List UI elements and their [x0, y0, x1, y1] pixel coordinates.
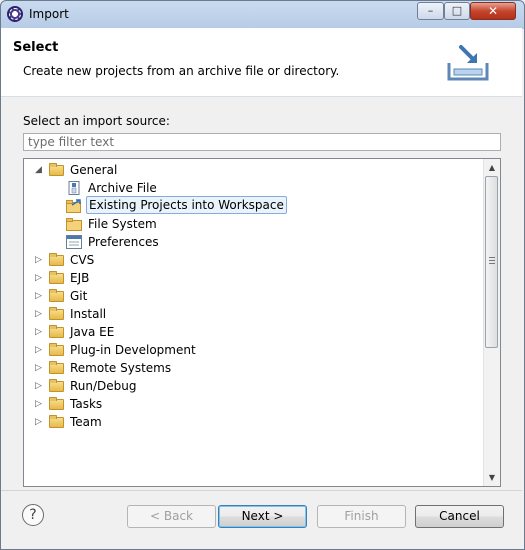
tree-wizard-item[interactable]: Archive File: [24, 179, 484, 197]
expand-arrow-icon[interactable]: ▷: [34, 418, 43, 427]
tree-item-label: Install: [70, 307, 107, 321]
tree-category-item[interactable]: ▷ CVS: [24, 251, 484, 269]
folder-icon: [49, 415, 64, 428]
footer-divider: [1, 490, 522, 491]
tree-item-label: Existing Projects into Workspace: [86, 196, 287, 214]
grip-icon: [489, 257, 495, 264]
scroll-up-icon[interactable]: ▲: [484, 159, 500, 176]
tree-item-label: EJB: [70, 271, 90, 285]
window-title: Import: [29, 7, 69, 21]
maximize-button[interactable]: □: [444, 2, 470, 20]
existing-projects-icon: [66, 199, 82, 213]
tree-item-label: Git: [70, 289, 88, 303]
folder-icon: [49, 289, 64, 302]
folder-icon: [49, 325, 64, 338]
tree-item-label: Preferences: [88, 235, 159, 249]
back-button[interactable]: < Back: [127, 505, 216, 528]
help-icon[interactable]: ?: [22, 504, 44, 526]
folder-icon: [49, 379, 64, 392]
expand-arrow-icon[interactable]: ▷: [34, 400, 43, 409]
tree-item-label: File System: [88, 217, 157, 231]
tree-category-item[interactable]: ▷ Tasks: [24, 395, 484, 413]
folder-icon: [49, 253, 64, 266]
tree-viewport: ◢ General Archive File Existing Projects in…: [24, 159, 484, 486]
tree-category-item[interactable]: ▷ Team: [24, 413, 484, 431]
expand-arrow-icon[interactable]: ▷: [34, 382, 43, 391]
eclipse-app-icon: [7, 6, 23, 22]
tree-category-item[interactable]: ▷ Run/Debug: [24, 377, 484, 395]
folder-icon: [49, 271, 64, 284]
title-bar[interactable]: Import – □ ✕: [1, 1, 524, 29]
tree-item-label: General: [70, 163, 118, 177]
wizard-header: Select Create new projects from an archi…: [1, 28, 522, 97]
page-description: Create new projects from an archive file…: [23, 64, 340, 78]
tree-wizard-item[interactable]: Existing Projects into Workspace: [24, 196, 484, 215]
tree-category-item[interactable]: ▷ Java EE: [24, 323, 484, 341]
folder-icon: [49, 397, 64, 410]
tree-category-item[interactable]: ▷ Remote Systems: [24, 359, 484, 377]
expand-arrow-icon[interactable]: ▷: [34, 274, 43, 283]
close-button[interactable]: ✕: [470, 2, 516, 20]
tree-item-label: Remote Systems: [70, 361, 172, 375]
expand-arrow-icon[interactable]: ▷: [34, 292, 43, 301]
preferences-icon: [66, 235, 82, 249]
page-title: Select: [13, 40, 59, 55]
tree-item-label: Archive File: [88, 181, 157, 195]
tree-wizard-item[interactable]: File System: [24, 215, 484, 233]
import-source-tree[interactable]: ◢ General Archive File Existing Projects in…: [23, 158, 501, 487]
cancel-button[interactable]: Cancel: [415, 505, 504, 528]
archive-file-icon: [66, 181, 82, 195]
folder-icon: [49, 163, 64, 176]
file-system-icon: [66, 217, 82, 231]
tree-item-label: Java EE: [70, 325, 115, 339]
folder-icon: [49, 343, 64, 356]
expand-arrow-icon[interactable]: ▷: [34, 256, 43, 265]
scrollbar-thumb[interactable]: [485, 176, 498, 348]
minimize-button[interactable]: –: [417, 2, 444, 20]
finish-button[interactable]: Finish: [317, 505, 406, 528]
expand-arrow-icon[interactable]: ▷: [34, 328, 43, 337]
scroll-down-icon[interactable]: ▼: [484, 469, 500, 486]
tree-item-label: Plug-in Development: [70, 343, 196, 357]
tree-category-item[interactable]: ▷ Install: [24, 305, 484, 323]
tree-item-label: CVS: [70, 253, 95, 267]
vertical-scrollbar[interactable]: ▲ ▼: [483, 159, 500, 486]
tree-category-item[interactable]: ◢ General: [24, 161, 484, 179]
folder-icon: [49, 307, 64, 320]
expand-arrow-icon[interactable]: ▷: [34, 310, 43, 319]
tree-item-label: Team: [70, 415, 102, 429]
import-source-label: Select an import source:: [23, 114, 170, 128]
collapse-arrow-icon[interactable]: ◢: [34, 166, 43, 175]
tree-item-label: Run/Debug: [70, 379, 137, 393]
expand-arrow-icon[interactable]: ▷: [34, 346, 43, 355]
tree-wizard-item[interactable]: Preferences: [24, 233, 484, 251]
next-button[interactable]: Next >: [218, 505, 307, 528]
filter-input[interactable]: [23, 133, 501, 151]
tree-category-item[interactable]: ▷ Git: [24, 287, 484, 305]
expand-arrow-icon[interactable]: ▷: [34, 364, 43, 373]
import-wizard-icon: [447, 45, 489, 81]
folder-icon: [49, 361, 64, 374]
tree-item-label: Tasks: [70, 397, 103, 411]
tree-category-item[interactable]: ▷ EJB: [24, 269, 484, 287]
tree-category-item[interactable]: ▷ Plug-in Development: [24, 341, 484, 359]
